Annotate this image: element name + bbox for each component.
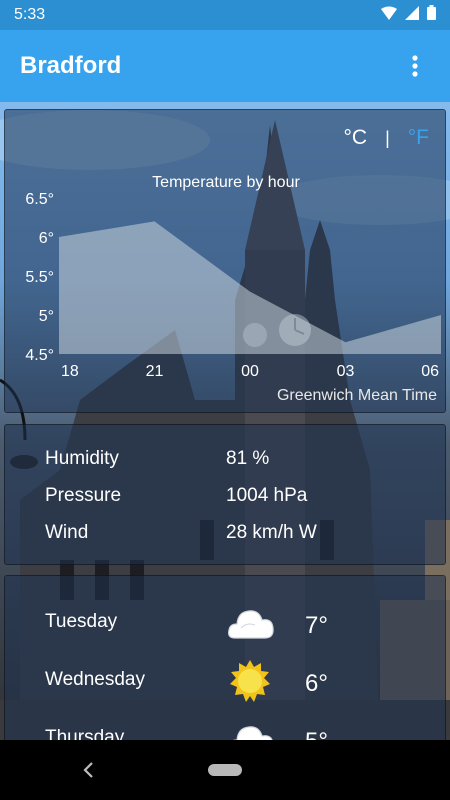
status-time: 5:33 [14, 6, 46, 23]
cloud-icon [227, 600, 277, 650]
signal-icon [405, 5, 419, 25]
more-vert-icon[interactable] [400, 46, 430, 86]
pressure-value: 1004 hPa [226, 485, 308, 506]
wind-value: 28 km/h W [226, 522, 317, 543]
back-icon[interactable] [78, 758, 98, 782]
forecast-row[interactable]: Wednesday 6° [5, 658, 445, 716]
sun-icon [227, 658, 277, 708]
home-button[interactable] [208, 764, 242, 776]
details-card: Humidity 81 % Pressure 1004 hPa Wind 28 … [4, 424, 446, 565]
x-tick-label: 21 [146, 363, 164, 380]
forecast-day: Wednesday [45, 669, 145, 691]
x-tick-label: 06 [421, 363, 439, 380]
y-tick-label: 4.5° [25, 347, 54, 364]
x-tick-label: 18 [61, 363, 79, 380]
forecast-card: Tuesday 7° Wednesday 6° Thursday 5° [4, 575, 446, 755]
forecast-temp: 6° [305, 670, 328, 698]
wind-label: Wind [45, 522, 89, 543]
forecast-day: Tuesday [45, 611, 118, 633]
chart-title: Temperature by hour [152, 174, 300, 191]
temperature-chart-card: °C | °F Temperature by hour 6.5° 6° 5.5° 5°… [4, 109, 446, 413]
pressure-label: Pressure [45, 485, 122, 506]
x-tick-label: 00 [241, 363, 259, 380]
app-bar: Bradford [0, 30, 450, 102]
navigation-bar [0, 740, 450, 800]
humidity-label: Humidity [45, 448, 119, 469]
y-tick-label: 5.5° [25, 269, 54, 286]
forecast-row[interactable]: Tuesday 7° [5, 600, 445, 658]
wifi-icon [381, 6, 397, 25]
humidity-value: 81 % [226, 448, 270, 469]
temperature-chart: Temperature by hour 6.5° 6° 5.5° 5° 4.5° 18 2… [25, 174, 441, 404]
x-axis-label: Greenwich Mean Time [277, 387, 437, 404]
status-bar: 5:33 [0, 0, 450, 30]
y-tick-label: 5° [39, 308, 54, 325]
temperature-area [59, 221, 441, 354]
battery-icon [427, 5, 436, 25]
city-title: Bradford [20, 52, 122, 79]
x-tick-label: 03 [337, 363, 355, 380]
forecast-temp: 7° [305, 612, 328, 640]
y-tick-label: 6.5° [25, 191, 54, 208]
y-tick-label: 6° [39, 230, 54, 247]
